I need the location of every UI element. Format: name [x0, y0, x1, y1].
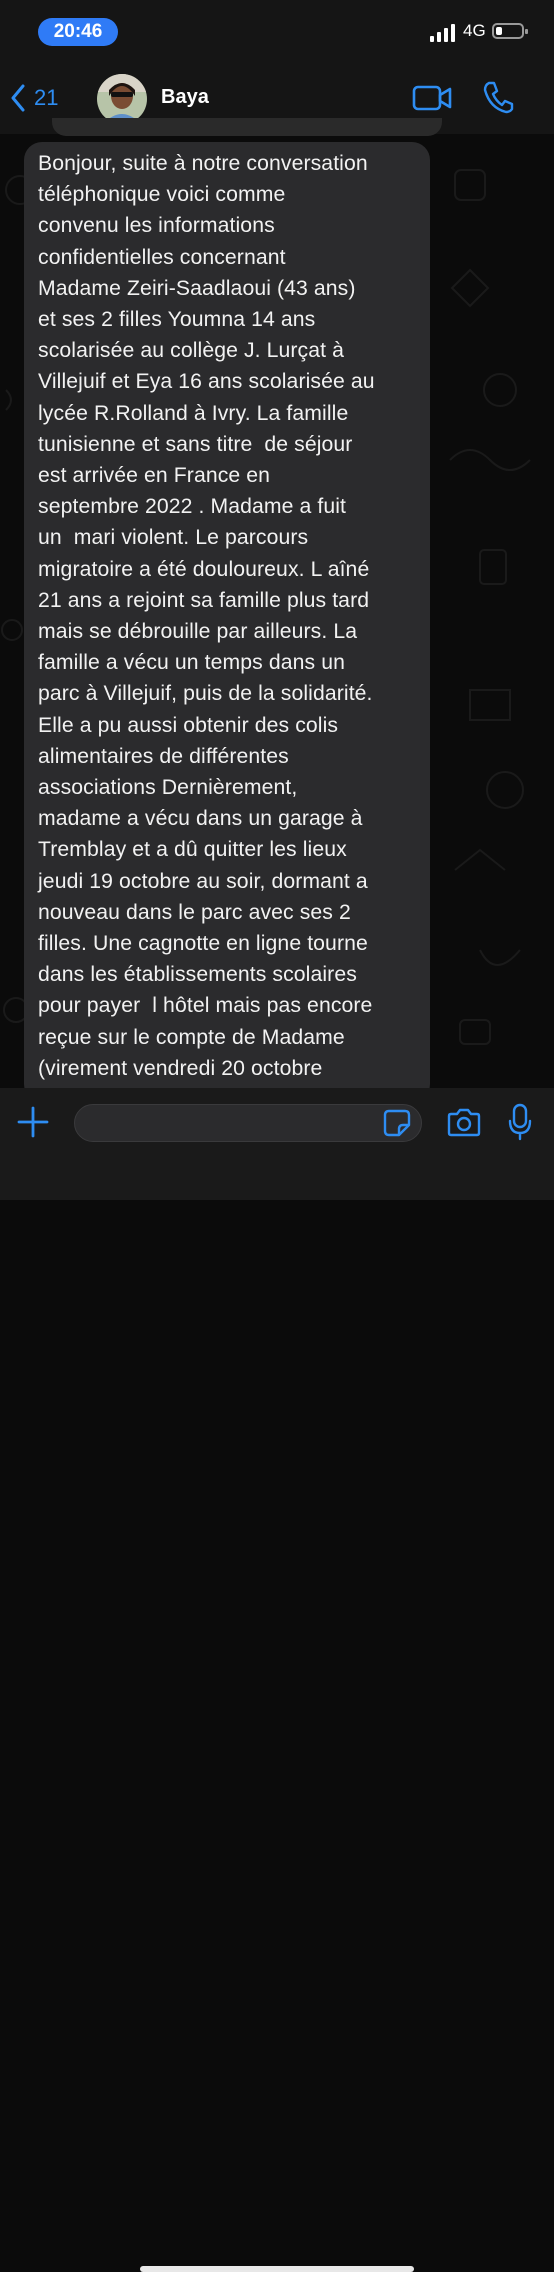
message-line: associations Dernièrement,: [38, 776, 298, 800]
message-line: (virement vendredi 20 octobre: [38, 1056, 323, 1080]
message-line: Madame Zeiri-Saadlaoui (43 ans): [38, 276, 356, 300]
status-bar: 20:46 4G: [0, 0, 554, 62]
contact-name[interactable]: Baya: [161, 86, 209, 109]
phone-icon[interactable]: [482, 80, 514, 114]
network-type: 4G: [463, 21, 486, 40]
message-line: convenu les informations: [38, 214, 275, 238]
message-line: lycée R.Rolland à Ivry. La famille: [38, 401, 349, 425]
microphone-icon[interactable]: [508, 1103, 532, 1141]
battery-level: [496, 27, 502, 35]
sticker-icon[interactable]: [383, 1109, 411, 1137]
unread-count: 21: [34, 85, 59, 110]
home-indicator: [140, 2266, 414, 2272]
message-line: famille a vécu un temps dans un: [38, 651, 345, 675]
message-line: scolarisée au collège J. Lurçat à: [38, 339, 344, 363]
back-button[interactable]: 21: [10, 80, 58, 116]
message-line: reçue sur le compte de Madame: [38, 1025, 345, 1049]
message-line: tunisienne et sans titre de séjour: [38, 432, 353, 456]
message-line: septembre 2022 . Madame a fuit: [38, 495, 347, 519]
chevron-left-icon: [11, 84, 25, 112]
avatar[interactable]: [97, 74, 147, 124]
message-line: nouveau dans le parc avec ses 2: [38, 900, 351, 924]
camera-icon[interactable]: [447, 1107, 481, 1137]
message-line: jeudi 19 octobre au soir, dormant a: [38, 869, 368, 893]
message-line: alimentaires de différentes: [38, 744, 289, 768]
message-text: Bonjour, suite à notre conversation télép…: [38, 148, 430, 1084]
input-bar: [0, 1088, 554, 2272]
message-line: pour payer l hôtel mais pas encore: [38, 994, 373, 1018]
message-line: et ses 2 filles Youmna 14 ans: [38, 308, 316, 332]
message-line: Villejuif et Eya 16 ans scolarisée au: [38, 370, 375, 394]
message-line: dans les établissements scolaires: [38, 963, 357, 987]
message-line: parc à Villejuif, puis de la solidarité.: [38, 682, 373, 706]
message-line: filles. Une cagnotte en ligne tourne: [38, 932, 368, 956]
plus-icon[interactable]: [17, 1106, 49, 1138]
video-call-icon[interactable]: [412, 84, 452, 112]
message-bubble[interactable]: Bonjour, suite à notre conversation télép…: [24, 142, 430, 1102]
battery-icon: [492, 23, 528, 39]
signal-icon: [430, 24, 455, 42]
message-line: Tremblay et a dû quitter les lieux: [38, 838, 347, 862]
avatar-photo: [97, 74, 147, 124]
message-line: confidentielles concernant: [38, 245, 286, 269]
message-line: migratoire a été douloureux. L aîné: [38, 557, 370, 581]
message-line: Bonjour, suite à notre conversation: [38, 152, 368, 175]
status-time: 20:46: [38, 18, 118, 46]
message-line: madame a vécu dans un garage à: [38, 807, 363, 831]
message-line: Elle a pu aussi obtenir des colis: [38, 713, 339, 737]
message-line: mais se débrouille par ailleurs. La: [38, 620, 358, 644]
message-line: 21 ans a rejoint sa famille plus tard: [38, 588, 370, 612]
message-line: est arrivée en France en: [38, 464, 271, 488]
message-line: téléphonique voici comme: [38, 183, 286, 207]
previous-message-edge: [52, 118, 442, 136]
message-input[interactable]: [74, 1104, 422, 1142]
message-line: un mari violent. Le parcours: [38, 526, 309, 550]
